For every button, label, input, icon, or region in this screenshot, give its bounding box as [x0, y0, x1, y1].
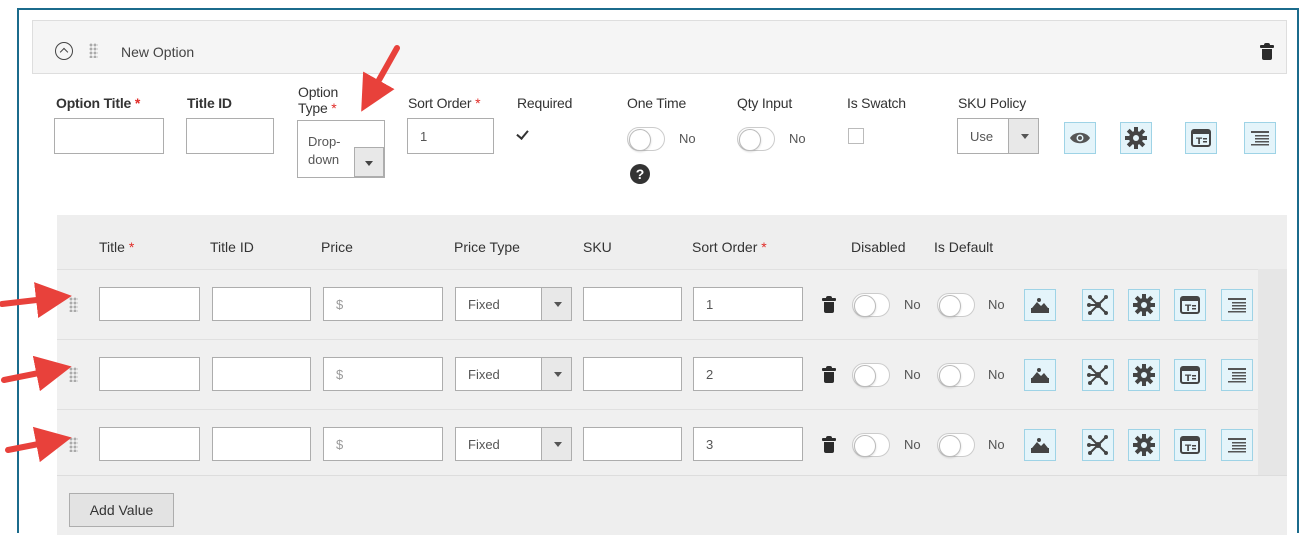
annotation-arrow-row-3: [5, 426, 72, 463]
annotation-arrows: [0, 45, 400, 463]
annotation-arrow-option-type: [361, 45, 400, 112]
annotation-arrow-row-2: [1, 355, 72, 392]
annotation-arrow-row-1: [0, 282, 72, 318]
